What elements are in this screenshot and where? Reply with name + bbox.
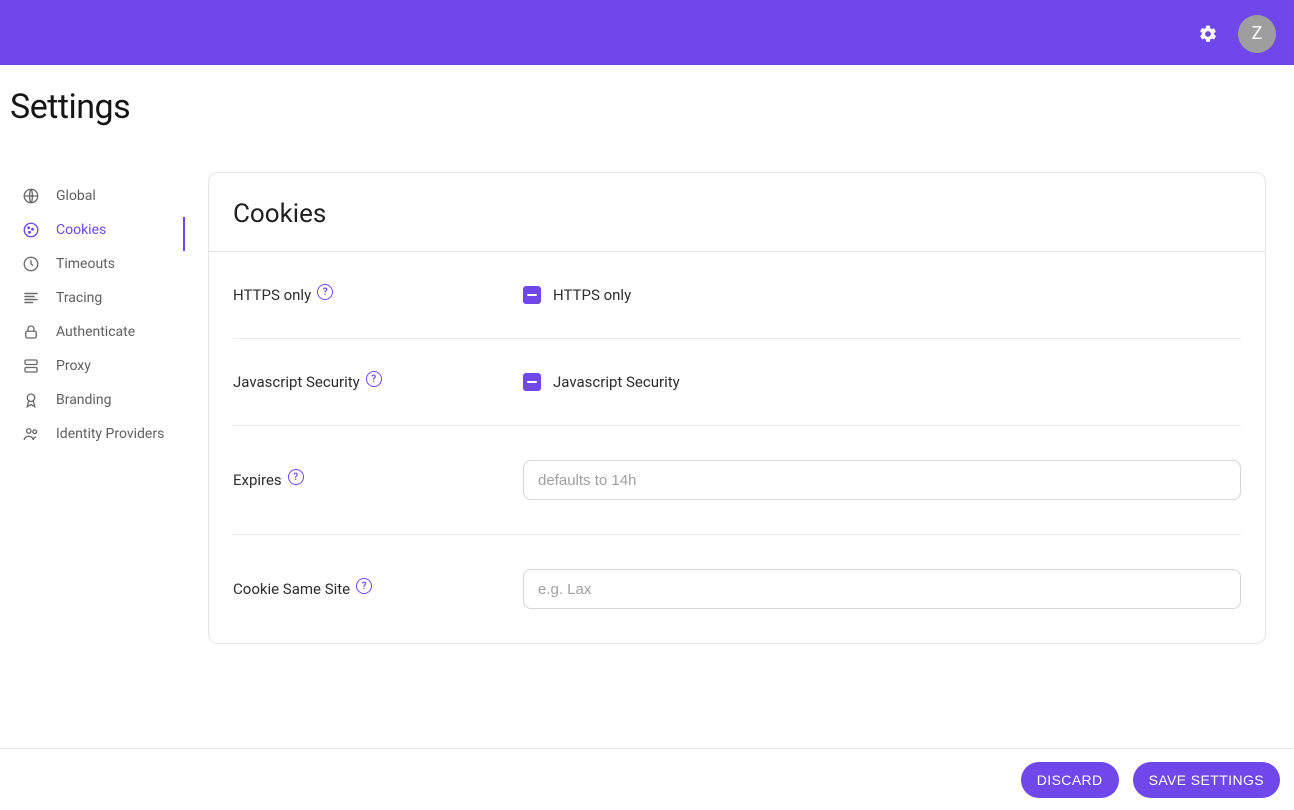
label-text: Expires xyxy=(233,471,282,489)
sidebar-item-branding[interactable]: Branding xyxy=(22,383,208,417)
control-js-security: Javascript Security xyxy=(523,373,1241,391)
help-icon[interactable]: ? xyxy=(366,371,382,387)
sidebar-item-label: Tracing xyxy=(56,290,102,306)
help-icon[interactable]: ? xyxy=(288,469,304,485)
sidebar-item-label: Branding xyxy=(56,392,111,408)
topbar: Z xyxy=(0,2,1294,65)
avatar-initial: Z xyxy=(1252,23,1263,44)
https-only-checkbox[interactable] xyxy=(523,286,541,304)
row-same-site: Cookie Same Site ? xyxy=(233,535,1241,643)
same-site-input[interactable] xyxy=(523,569,1241,609)
control-same-site xyxy=(523,569,1241,609)
settings-card: Cookies HTTPS only ? HTTPS only Javascri… xyxy=(208,172,1266,644)
label-js-security: Javascript Security ? xyxy=(233,373,523,391)
sidebar-item-global[interactable]: Global xyxy=(22,179,208,213)
sidebar-item-label: Cookies xyxy=(56,222,106,238)
settings-gear-icon[interactable] xyxy=(1196,22,1220,46)
card-body: HTTPS only ? HTTPS only Javascript Secur… xyxy=(209,252,1265,643)
js-security-checkbox[interactable] xyxy=(523,373,541,391)
checkbox-label: HTTPS only xyxy=(553,286,631,304)
lines-icon xyxy=(22,289,40,307)
server-icon xyxy=(22,357,40,375)
globe-icon xyxy=(22,187,40,205)
label-text: Javascript Security xyxy=(233,373,360,391)
help-icon[interactable]: ? xyxy=(317,284,333,300)
main-area: Global Cookies Timeouts xyxy=(0,157,1294,644)
label-https-only: HTTPS only ? xyxy=(233,286,523,304)
sidebar-item-label: Authenticate xyxy=(56,324,135,340)
avatar[interactable]: Z xyxy=(1238,15,1276,53)
cookie-icon xyxy=(22,221,40,239)
control-https-only: HTTPS only xyxy=(523,286,1241,304)
award-icon xyxy=(22,391,40,409)
discard-button[interactable]: DISCARD xyxy=(1021,762,1119,798)
users-icon xyxy=(22,425,40,443)
lock-icon xyxy=(22,323,40,341)
label-same-site: Cookie Same Site ? xyxy=(233,580,523,598)
row-expires: Expires ? xyxy=(233,426,1241,535)
sidebar-item-identity-providers[interactable]: Identity Providers xyxy=(22,417,208,451)
sidebar-item-label: Proxy xyxy=(56,358,91,374)
clock-icon xyxy=(22,255,40,273)
footer: DISCARD SAVE SETTINGS xyxy=(0,748,1294,810)
row-https-only: HTTPS only ? HTTPS only xyxy=(233,252,1241,339)
sidebar-item-label: Identity Providers xyxy=(56,426,164,442)
sidebar: Global Cookies Timeouts xyxy=(0,157,208,644)
help-icon[interactable]: ? xyxy=(356,578,372,594)
label-expires: Expires ? xyxy=(233,471,523,489)
sidebar-item-tracing[interactable]: Tracing xyxy=(22,281,208,315)
card-title: Cookies xyxy=(209,173,1265,252)
sidebar-item-proxy[interactable]: Proxy xyxy=(22,349,208,383)
checkbox-label: Javascript Security xyxy=(553,373,680,391)
label-text: Cookie Same Site xyxy=(233,580,350,598)
sidebar-item-authenticate[interactable]: Authenticate xyxy=(22,315,208,349)
sidebar-item-label: Global xyxy=(56,188,96,204)
control-expires xyxy=(523,460,1241,500)
sidebar-item-label: Timeouts xyxy=(56,256,115,272)
expires-input[interactable] xyxy=(523,460,1241,500)
row-js-security: Javascript Security ? Javascript Securit… xyxy=(233,339,1241,426)
sidebar-item-cookies[interactable]: Cookies xyxy=(22,213,208,247)
sidebar-item-timeouts[interactable]: Timeouts xyxy=(22,247,208,281)
label-text: HTTPS only xyxy=(233,286,311,304)
page-title: Settings xyxy=(0,65,1294,127)
save-settings-button[interactable]: SAVE SETTINGS xyxy=(1133,762,1280,798)
